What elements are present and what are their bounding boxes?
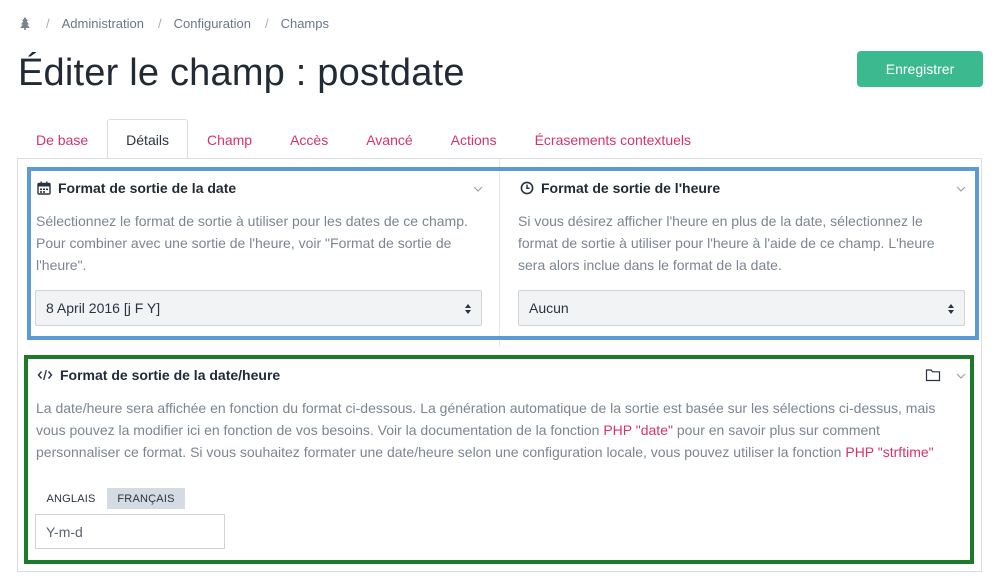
tab-ecrasements-contextuels[interactable]: Écrasements contextuels xyxy=(516,119,710,159)
tab-bar: De base Détails Champ Accès Avancé Actio… xyxy=(17,119,710,159)
breadcrumb-separator: / xyxy=(158,15,162,31)
breadcrumb-champs[interactable]: Champs xyxy=(281,16,329,31)
tab-de-base[interactable]: De base xyxy=(17,119,107,159)
breadcrumb: / Administration / Configuration / Champ… xyxy=(18,14,329,32)
tab-details[interactable]: Détails xyxy=(107,119,188,159)
page-title: Éditer le champ : postdate xyxy=(18,52,465,94)
breadcrumb-separator: / xyxy=(264,15,269,31)
breadcrumb-configuration[interactable]: Configuration xyxy=(174,16,251,31)
highlight-box-blue xyxy=(27,167,979,340)
tab-avance[interactable]: Avancé xyxy=(347,119,431,159)
tree-icon[interactable] xyxy=(18,16,32,30)
save-button[interactable]: Enregistrer xyxy=(857,51,983,87)
breadcrumb-separator: / xyxy=(46,15,50,31)
tab-acces[interactable]: Accès xyxy=(271,119,347,159)
highlight-box-green xyxy=(24,355,974,564)
breadcrumb-administration[interactable]: Administration xyxy=(62,16,144,31)
tab-champ[interactable]: Champ xyxy=(188,119,271,159)
tab-actions[interactable]: Actions xyxy=(432,119,516,159)
